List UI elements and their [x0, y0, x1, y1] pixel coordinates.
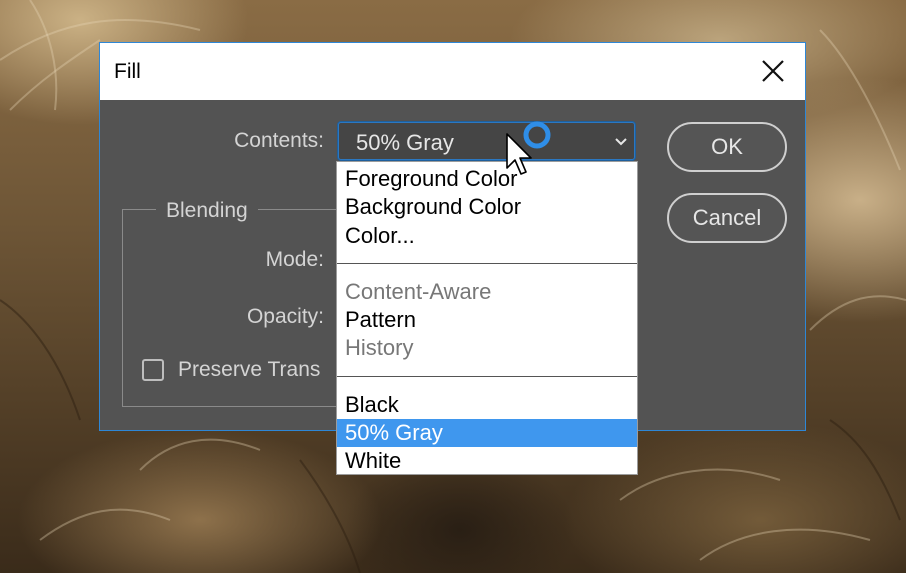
chevron-down-icon	[615, 138, 627, 146]
menu-item-foreground-color[interactable]: Foreground Color	[337, 165, 637, 193]
cancel-button[interactable]: Cancel	[667, 193, 787, 243]
menu-item-content-aware: Content-Aware	[345, 279, 492, 304]
menu-item-white[interactable]: White	[337, 447, 637, 475]
mode-label: Mode:	[265, 248, 324, 271]
ok-button[interactable]: OK	[667, 122, 787, 172]
contents-select[interactable]: 50% Gray	[338, 122, 635, 160]
dialog-titlebar: Fill	[100, 43, 805, 100]
dialog-title: Fill	[114, 60, 141, 83]
menu-separator	[337, 376, 637, 377]
blending-group-title: Blending	[156, 199, 258, 223]
preserve-transparency-checkbox[interactable]	[142, 359, 164, 381]
menu-item-history: History	[345, 335, 414, 360]
contents-label: Contents:	[234, 129, 324, 152]
contents-select-value: 50% Gray	[356, 130, 454, 155]
menu-item-black[interactable]: Black	[337, 391, 637, 419]
preserve-transparency-label: Preserve Trans	[178, 358, 321, 381]
menu-item-color[interactable]: Color...	[337, 222, 637, 250]
menu-separator	[337, 263, 637, 264]
menu-item-50-gray[interactable]: 50% Gray	[337, 419, 637, 447]
menu-item-background-color[interactable]: Background Color	[337, 193, 637, 221]
busy-spinner-icon	[523, 121, 551, 149]
close-icon[interactable]	[759, 57, 787, 85]
menu-item-pattern[interactable]: Pattern	[337, 306, 637, 334]
opacity-label: Opacity:	[246, 305, 324, 328]
contents-dropdown-menu: Foreground Color Background Color Color.…	[336, 161, 638, 475]
